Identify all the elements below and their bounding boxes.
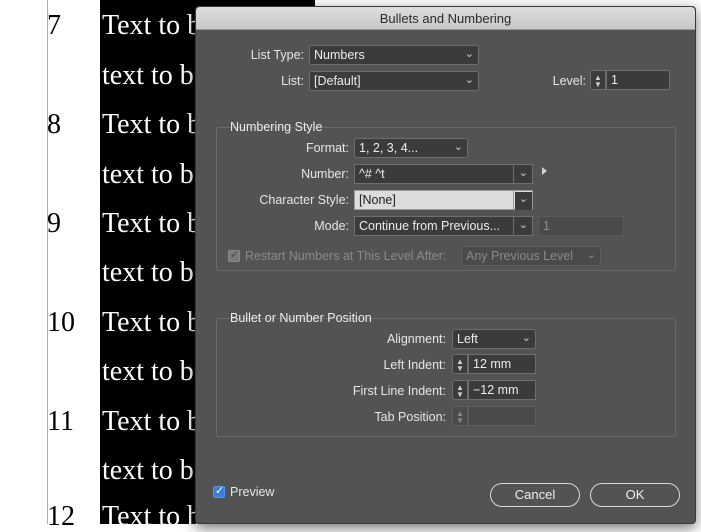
list-number: 12 — [47, 501, 75, 532]
list-number-column: 7 8 9 10 11 12 — [47, 0, 100, 531]
text-line: Text to b — [102, 307, 202, 338]
mode-start-input[interactable]: 1 — [538, 216, 624, 236]
text-line: text to b — [102, 257, 194, 288]
chevron-down-icon: ⌄ — [464, 48, 474, 60]
list-type-label: List Type: — [250, 48, 304, 62]
first-line-indent-stepper[interactable]: ▲ ▼ — [452, 380, 468, 400]
preview-checkbox[interactable]: ✓ — [213, 485, 225, 498]
chevron-down-icon: ⌄ — [586, 249, 596, 261]
text-line: Text to b — [102, 406, 202, 437]
mode-select[interactable]: Continue from Previous... ⌄ — [354, 216, 533, 236]
margin-guide — [47, 0, 48, 524]
chevron-down-icon: ⌄ — [515, 192, 532, 210]
text-line: Text to b — [102, 208, 202, 239]
alignment-select[interactable]: Left ⌄ — [452, 329, 536, 349]
left-indent-label: Left Indent: — [383, 358, 446, 372]
chevron-down-icon: ⌄ — [521, 332, 531, 344]
tab-position-input[interactable] — [468, 406, 536, 426]
mode-start-value: 1 — [543, 219, 550, 233]
text-line: Text to b — [102, 501, 202, 525]
list-value: [Default] — [314, 74, 361, 88]
text-line: text to b — [102, 356, 194, 387]
text-line: text to b — [102, 60, 194, 91]
mode-label: Mode: — [314, 219, 349, 233]
alignment-label: Alignment: — [386, 332, 446, 346]
level-input[interactable]: 1 — [606, 70, 670, 90]
list-type-select[interactable]: Numbers ⌄ — [309, 45, 479, 65]
position-title: Bullet or Number Position — [230, 311, 372, 325]
chevron-down-icon: ▼ — [456, 416, 464, 425]
left-indent-stepper[interactable]: ▲ ▼ — [452, 354, 468, 374]
chevron-down-icon: ⌄ — [464, 74, 474, 86]
text-line: text to b — [102, 455, 194, 486]
left-indent-input[interactable]: 12 mm — [468, 354, 536, 374]
first-line-indent-label: First Line Indent: — [352, 384, 446, 398]
combo-separator — [513, 217, 514, 235]
title-bar[interactable]: Bullets and Numbering — [196, 7, 695, 30]
position-group — [216, 318, 676, 437]
list-type-value: Numbers — [314, 48, 365, 62]
combo-separator — [513, 165, 514, 183]
list-number: 7 — [47, 10, 61, 41]
checkmark-icon: ✓ — [230, 249, 240, 261]
dialog-title: Bullets and Numbering — [379, 11, 512, 26]
preview-label: Preview — [230, 485, 275, 499]
text-line: Text to b — [102, 10, 202, 41]
ok-button[interactable]: OK — [590, 483, 680, 507]
number-combobox[interactable]: ^# ^t ⌄ — [354, 164, 533, 184]
bullets-numbering-dialog: Bullets and Numbering List Type: Numbers… — [195, 6, 696, 524]
number-label: Number: — [301, 167, 349, 181]
level-value: 1 — [611, 73, 618, 87]
first-line-indent-input[interactable]: −12 mm — [468, 380, 536, 400]
mode-value: Continue from Previous... — [359, 219, 501, 233]
alignment-value: Left — [457, 332, 478, 346]
list-label: List: — [281, 74, 304, 88]
list-number: 11 — [47, 406, 74, 437]
list-number: 8 — [47, 109, 61, 140]
special-characters-menu-icon[interactable] — [542, 167, 547, 175]
list-select[interactable]: [Default] ⌄ — [309, 71, 479, 91]
level-stepper[interactable]: ▲ ▼ — [590, 70, 606, 90]
restart-level-value: Any Previous Level — [466, 249, 574, 263]
format-label: Format: — [305, 141, 349, 155]
text-line: text to b — [102, 159, 194, 190]
chevron-down-icon: ▼ — [456, 390, 464, 399]
format-value: 1, 2, 3, 4... — [359, 141, 419, 155]
chevron-down-icon: ▼ — [456, 364, 464, 373]
combo-separator — [513, 191, 514, 209]
list-number: 10 — [47, 307, 75, 338]
chevron-down-icon: ⌄ — [453, 141, 463, 153]
restart-checkbox[interactable]: ✓ — [228, 249, 240, 262]
first-line-indent-value: −12 mm — [473, 383, 519, 397]
text-line: Text to b — [102, 109, 202, 140]
number-value: ^# ^t — [359, 167, 385, 181]
level-label: Level: — [552, 74, 586, 88]
restart-level-select[interactable]: Any Previous Level ⌄ — [461, 246, 601, 266]
chevron-down-icon: ⌄ — [518, 167, 528, 179]
checkmark-icon: ✓ — [215, 485, 225, 497]
list-number: 9 — [47, 208, 61, 239]
tab-position-stepper[interactable]: ▲ ▼ — [452, 406, 468, 426]
numbering-style-title: Numbering Style — [230, 120, 323, 134]
character-style-value: [None] — [359, 193, 396, 207]
character-style-select[interactable]: [None] ⌄ — [354, 190, 533, 210]
restart-label: Restart Numbers at This Level After: — [245, 249, 447, 263]
character-style-label: Character Style: — [259, 193, 349, 207]
left-indent-value: 12 mm — [473, 357, 512, 371]
chevron-down-icon: ▼ — [594, 80, 602, 89]
chevron-down-icon: ⌄ — [518, 219, 528, 231]
tab-position-label: Tab Position: — [374, 410, 446, 424]
format-select[interactable]: 1, 2, 3, 4... ⌄ — [354, 138, 468, 158]
cancel-button[interactable]: Cancel — [490, 483, 580, 507]
